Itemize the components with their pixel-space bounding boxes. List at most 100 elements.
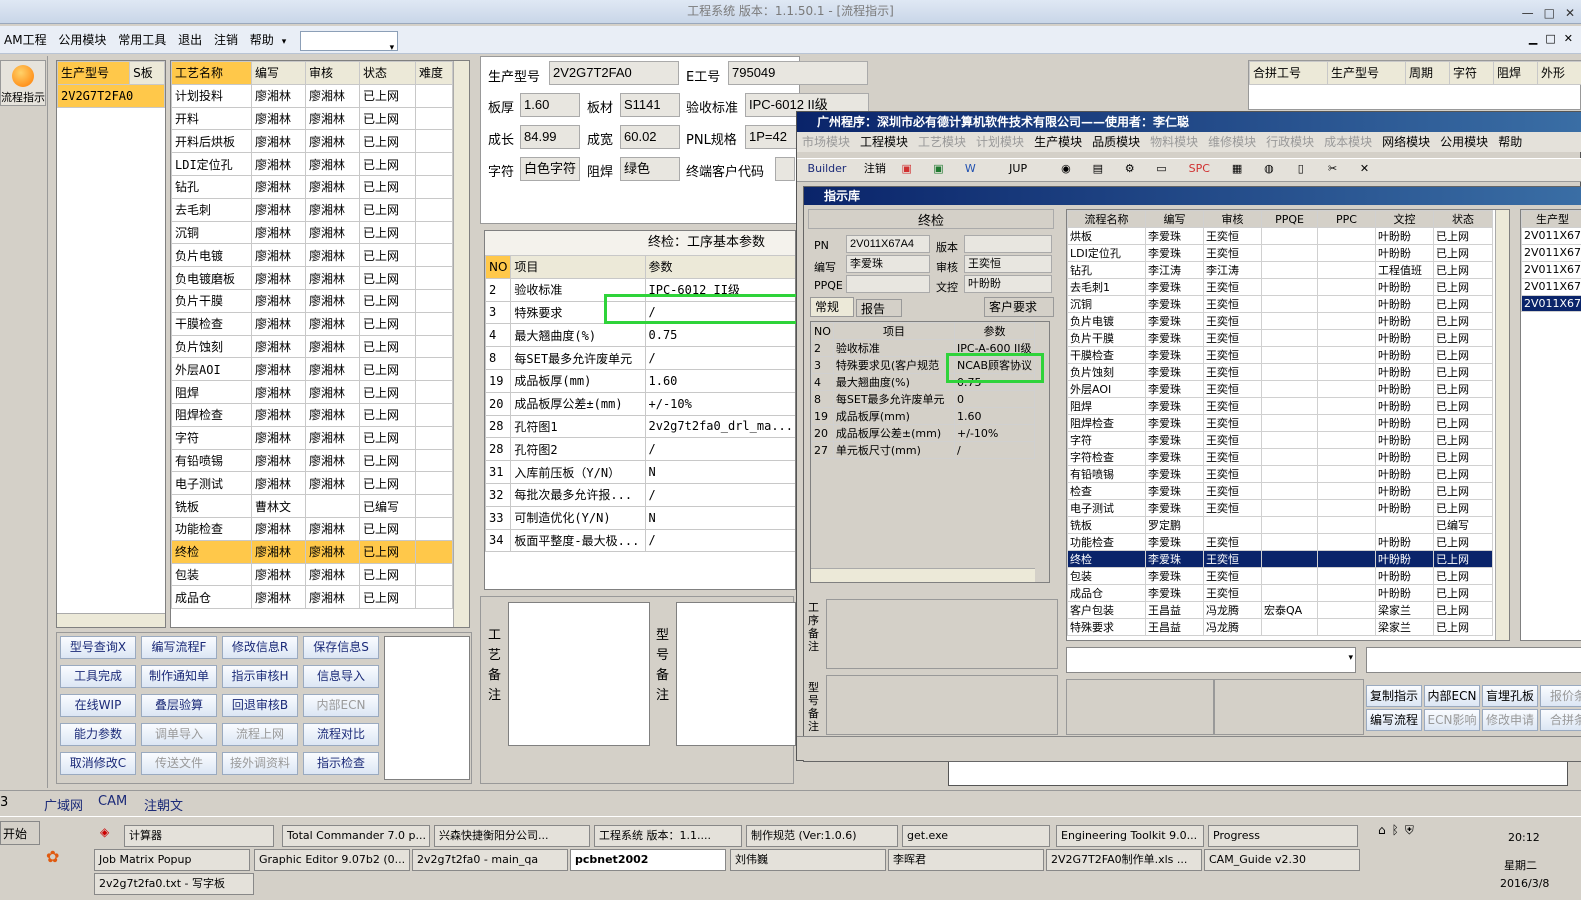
param-cell[interactable]: 8: [485, 346, 512, 370]
process-cell[interactable]: 负电镀磨板: [171, 266, 252, 290]
flow-cell[interactable]: 李爱珠: [1145, 227, 1204, 245]
param-cell[interactable]: 最大翘曲度(%): [510, 323, 646, 348]
flow-row[interactable]: 有铅喷锡 李爱珠 王奕恒 叶盼盼 已上网: [1067, 465, 1493, 483]
process-cell[interactable]: [415, 197, 453, 222]
process-cell[interactable]: 廖湘林: [251, 471, 306, 496]
f-col-name[interactable]: 流程名称: [1067, 210, 1146, 228]
flow-cell[interactable]: 李江涛: [1203, 261, 1262, 279]
flow-cell[interactable]: 负片干膜: [1067, 329, 1146, 347]
d-param-cell[interactable]: 3: [811, 356, 834, 374]
flow-cell[interactable]: 已编写: [1433, 516, 1493, 534]
flow-cell[interactable]: 王奕恒: [1203, 567, 1262, 585]
flow-cell[interactable]: 已上网: [1433, 618, 1493, 636]
ppt-icon[interactable]: ▣: [893, 159, 921, 179]
param-row[interactable]: 20 成品板厚公差±(mm) +/-10%: [485, 391, 795, 416]
flow-cell[interactable]: 钻孔: [1067, 261, 1146, 279]
action-button[interactable]: 在线WIP: [60, 694, 136, 717]
flow-cell[interactable]: [1317, 567, 1376, 585]
tab-customer[interactable]: 客户要求: [984, 297, 1054, 317]
process-cell[interactable]: 已上网: [359, 152, 416, 176]
flow-cell[interactable]: 李爱珠: [1145, 397, 1204, 415]
flow-cell[interactable]: 王奕恒: [1203, 363, 1262, 381]
param-cell[interactable]: N: [644, 505, 795, 530]
param-cell[interactable]: 28: [485, 414, 512, 439]
d-param-cell[interactable]: 2: [811, 339, 834, 357]
flow-cell[interactable]: [1261, 295, 1318, 313]
process-row[interactable]: 铣板 曹林文 已编写: [171, 494, 453, 518]
process-cell[interactable]: 成品仓: [171, 585, 252, 610]
flow-cell[interactable]: 王奕恒: [1203, 584, 1262, 602]
database-icon[interactable]: ▤: [1084, 159, 1112, 179]
globe-icon[interactable]: ◍: [1255, 159, 1283, 179]
process-cell[interactable]: 廖湘林: [251, 83, 306, 108]
pn-field[interactable]: 2V011X67A4: [846, 235, 930, 253]
taskbar-item[interactable]: 2V2G7T2FA0制作单.xls ...: [1046, 849, 1202, 871]
flow-cell[interactable]: 王昌益: [1145, 618, 1204, 636]
process-cell[interactable]: 廖湘林: [305, 448, 360, 473]
author-field[interactable]: 李爱珠: [846, 255, 930, 273]
flow-row[interactable]: 外层AOI 李爱珠 王奕恒 叶盼盼 已上网: [1067, 380, 1493, 398]
flow-cell[interactable]: 已上网: [1433, 533, 1493, 551]
monitor-icon[interactable]: ▭: [1147, 159, 1175, 179]
d-param-cell[interactable]: 成品板厚(mm): [832, 407, 956, 425]
flow-cell[interactable]: 叶盼盼: [1375, 414, 1434, 432]
param-cell[interactable]: 34: [485, 528, 512, 553]
process-cell[interactable]: 廖湘林: [305, 402, 360, 427]
process-row[interactable]: 阻焊 廖湘林 廖湘林 已上网: [171, 380, 453, 404]
f-col-doc[interactable]: 文控: [1375, 210, 1434, 228]
action-button[interactable]: 能力参数: [60, 723, 136, 746]
flow-cell[interactable]: 电子测试: [1067, 499, 1146, 517]
length-field[interactable]: 84.99: [520, 125, 580, 149]
param-cell[interactable]: 4: [485, 323, 512, 348]
param-cell[interactable]: 2v2g7t2fa0_drl_ma...: [644, 414, 795, 439]
process-cell[interactable]: 廖湘林: [251, 425, 306, 450]
dialog-button[interactable]: 修改申请: [1482, 709, 1538, 731]
process-cell[interactable]: [415, 516, 453, 541]
model-row[interactable]: 2V2G7T2FA0: [57, 83, 165, 108]
process-row[interactable]: 功能检查 廖湘林 廖湘林 已上网: [171, 516, 453, 541]
action-button[interactable]: 内部ECN: [303, 694, 379, 717]
flow-cell[interactable]: LDI定位孔: [1067, 244, 1146, 262]
process-cell[interactable]: 功能检查: [171, 516, 252, 541]
process-cell[interactable]: 廖湘林: [251, 266, 306, 290]
flow-cell[interactable]: 王奕恒: [1203, 346, 1262, 364]
mdi-close-button[interactable]: ✕: [1564, 32, 1573, 45]
dialog-menu-item[interactable]: 维修模块: [1203, 135, 1261, 149]
flow-cell[interactable]: 王昌益: [1145, 601, 1204, 619]
flow-indicator-button[interactable]: 流程指示: [0, 60, 46, 106]
taskbar-item[interactable]: Progress: [1208, 825, 1358, 847]
action-button[interactable]: 传送文件: [141, 752, 217, 775]
reviewer-field[interactable]: 王奕恒: [964, 255, 1052, 273]
process-row[interactable]: 沉铜 廖湘林 廖湘林 已上网: [171, 220, 453, 245]
process-row[interactable]: 钻孔 廖湘林 廖湘林 已上网: [171, 174, 453, 199]
process-cell[interactable]: 已上网: [359, 357, 416, 382]
process-row[interactable]: 负片干膜 廖湘林 廖湘林 已上网: [171, 288, 453, 313]
flow-cell[interactable]: 负片电镀: [1067, 312, 1146, 330]
process-cell[interactable]: [415, 562, 453, 587]
f-col-reviewer[interactable]: 审核: [1203, 210, 1262, 228]
process-cell[interactable]: 已上网: [359, 334, 416, 359]
flow-cell[interactable]: 王奕恒: [1203, 380, 1262, 398]
flow-cell[interactable]: [1261, 533, 1318, 551]
flow-row[interactable]: 阻焊检查 李爱珠 王奕恒 叶盼盼 已上网: [1067, 414, 1493, 432]
d-param-cell[interactable]: 每SET最多允许废单元: [832, 390, 956, 408]
param-cell[interactable]: 入库前压板（Y/N）: [510, 460, 646, 484]
flow-cell[interactable]: 冯龙腾: [1203, 601, 1262, 619]
process-cell[interactable]: 已上网: [359, 562, 416, 587]
taskbar-item[interactable]: 2v2g7t2fa0 - main_qa: [412, 849, 568, 871]
r-cell[interactable]: 2V011X67: [1521, 227, 1581, 245]
f-col-status[interactable]: 状态: [1433, 210, 1493, 228]
flow-cell[interactable]: 已上网: [1433, 363, 1493, 381]
flow-row[interactable]: 特殊要求 王昌益 冯龙腾 梁家兰 已上网: [1067, 618, 1493, 636]
param-row[interactable]: 4 最大翘曲度(%) 0.75: [485, 323, 795, 348]
taskbar-item[interactable]: Engineering Toolkit 9.0...: [1056, 825, 1204, 847]
flow-row[interactable]: 铣板 罗定鹏 已编写: [1067, 516, 1493, 534]
taskbar-item[interactable]: pcbnet2002: [570, 849, 726, 871]
flow-cell[interactable]: 铣板: [1067, 516, 1146, 534]
flow-cell[interactable]: 有铅喷锡: [1067, 465, 1146, 483]
process-cell[interactable]: 已上网: [359, 288, 416, 313]
flow-cell[interactable]: [1317, 482, 1376, 500]
action-button[interactable]: 指示审核H: [222, 665, 298, 688]
close-icon[interactable]: ✕: [1350, 159, 1378, 179]
flow-cell[interactable]: 王奕恒: [1203, 312, 1262, 330]
